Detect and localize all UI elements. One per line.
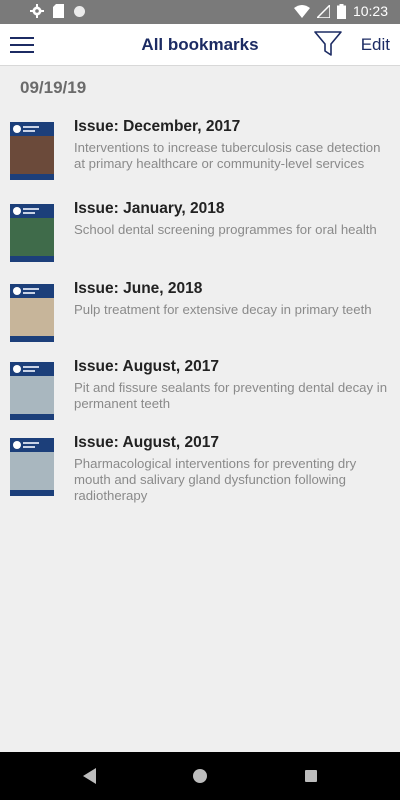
app-bar: All bookmarks Edit bbox=[0, 24, 400, 66]
bookmark-description: Pharmacological interventions for preven… bbox=[74, 456, 357, 503]
bookmark-item[interactable]: Issue: June, 2018 Pulp treatment for ext… bbox=[0, 274, 400, 352]
bookmark-description: Pulp treatment for extensive decay in pr… bbox=[74, 302, 372, 317]
recents-icon[interactable] bbox=[305, 770, 317, 782]
bookmark-item[interactable]: Issue: December, 2017 Interventions to i… bbox=[0, 112, 400, 194]
status-bar: 10:23 bbox=[0, 0, 400, 24]
bookmark-item[interactable]: Issue: August, 2017 Pit and fissure seal… bbox=[0, 352, 400, 428]
date-header: 09/19/19 bbox=[20, 78, 87, 97]
status-time: 10:23 bbox=[352, 3, 388, 19]
circle-icon bbox=[74, 5, 85, 17]
bookmark-item[interactable]: Issue: January, 2018 School dental scree… bbox=[0, 194, 400, 274]
wifi-icon bbox=[293, 4, 310, 18]
bookmark-description: Pit and fissure sealants for preventing … bbox=[74, 380, 388, 411]
sd-card-icon bbox=[53, 4, 64, 18]
issue-cover-thumbnail bbox=[10, 438, 54, 496]
bookmark-list: Issue: December, 2017 Interventions to i… bbox=[0, 112, 400, 518]
edit-button[interactable]: Edit bbox=[361, 35, 390, 55]
home-icon[interactable] bbox=[193, 769, 207, 783]
issue-cover-thumbnail bbox=[10, 122, 54, 180]
bookmark-issue: Issue: December, 2017 bbox=[74, 118, 241, 135]
bookmark-item[interactable]: Issue: August, 2017 Pharmacological inte… bbox=[0, 428, 400, 518]
bookmark-description: Interventions to increase tuberculosis c… bbox=[74, 140, 381, 171]
bookmark-description: School dental screening programmes for o… bbox=[74, 222, 377, 237]
settings-icon bbox=[30, 4, 44, 18]
bookmark-issue: Issue: August, 2017 bbox=[74, 358, 220, 375]
system-nav-bar bbox=[0, 752, 400, 800]
bookmark-issue: Issue: January, 2018 bbox=[74, 200, 225, 217]
issue-cover-thumbnail bbox=[10, 362, 54, 420]
no-sim-icon bbox=[316, 4, 330, 18]
battery-icon bbox=[336, 3, 346, 19]
bookmark-issue: Issue: June, 2018 bbox=[74, 280, 203, 297]
back-icon[interactable] bbox=[83, 768, 97, 784]
filter-icon[interactable] bbox=[314, 31, 342, 57]
bookmark-issue: Issue: August, 2017 bbox=[74, 434, 220, 451]
issue-cover-thumbnail bbox=[10, 204, 54, 262]
issue-cover-thumbnail bbox=[10, 284, 54, 342]
